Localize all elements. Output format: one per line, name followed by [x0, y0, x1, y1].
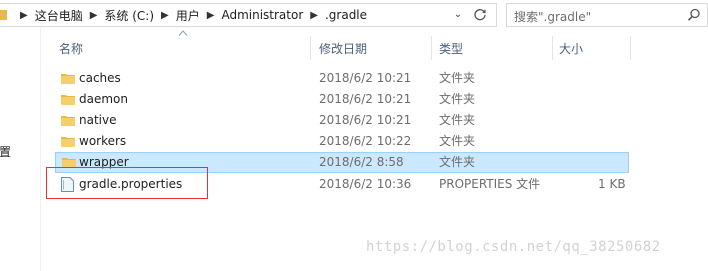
file-name: caches: [79, 71, 121, 85]
column-header-name-label: 名称: [59, 41, 84, 56]
file-row-daemon[interactable]: daemon 2018/6/2 10:21 文件夹: [55, 89, 629, 110]
chevron-right-icon[interactable]: ▶: [207, 10, 215, 21]
file-type: 文件夹: [439, 155, 476, 169]
column-header-size-label: 大小: [559, 41, 584, 56]
column-header-date-label: 修改日期: [319, 41, 368, 56]
folder-icon: [61, 95, 75, 105]
chevron-right-icon[interactable]: ▶: [310, 10, 318, 21]
file-name: workers: [79, 134, 127, 148]
address-bar[interactable]: ▶ 这台电脑 ▶ 系统 (C:) ▶ 用户 ▶ Administrator ▶ …: [0, 3, 497, 27]
breadcrumb-gradle[interactable]: .gradle: [325, 8, 367, 22]
file-date: 2018/6/2 8:58: [319, 155, 404, 169]
navigation-pane: 设置: [0, 27, 41, 271]
watermark: https://blog.csdn.net/qq_38250682: [366, 239, 661, 255]
chevron-right-icon[interactable]: ▶: [161, 10, 169, 21]
breadcrumb: ▶ 这台电脑 ▶ 系统 (C:) ▶ 用户 ▶ Administrator ▶ …: [0, 4, 367, 26]
file-type: 文件夹: [439, 113, 476, 127]
search-input[interactable]: 搜索".gradle": [506, 3, 708, 27]
folder-icon: [61, 116, 75, 126]
folder-icon: [61, 137, 75, 147]
column-header-type-label: 类型: [439, 41, 464, 56]
chevron-down-icon[interactable]: ⌄: [451, 7, 465, 23]
breadcrumb-this-pc[interactable]: 这台电脑: [35, 7, 83, 24]
file-size: 1 KB: [598, 177, 626, 191]
file-date: 2018/6/2 10:22: [319, 134, 412, 148]
column-header-size[interactable]: 大小: [553, 36, 631, 60]
refresh-icon[interactable]: [472, 6, 488, 22]
file-date: 2018/6/2 10:21: [319, 113, 412, 127]
file-name: daemon: [79, 92, 128, 106]
search-icon[interactable]: [687, 8, 701, 22]
breadcrumb-administrator[interactable]: Administrator: [221, 8, 303, 22]
folder-icon: [61, 74, 75, 84]
file-name: native: [79, 113, 117, 127]
chevron-right-icon[interactable]: ▶: [90, 10, 98, 21]
file-type: 文件夹: [439, 71, 476, 85]
file-row-workers[interactable]: workers 2018/6/2 10:22 文件夹: [55, 131, 629, 152]
file-row-native[interactable]: native 2018/6/2 10:21 文件夹: [55, 110, 629, 131]
file-type: 文件夹: [439, 134, 476, 148]
file-date: 2018/6/2 10:21: [319, 92, 412, 106]
file-row-caches[interactable]: caches 2018/6/2 10:21 文件夹: [55, 68, 629, 89]
column-header-type[interactable]: 类型: [432, 36, 553, 60]
search-placeholder: 搜索".gradle": [514, 10, 592, 24]
column-header-date[interactable]: 修改日期: [311, 36, 432, 60]
nav-item-settings[interactable]: 设置: [0, 143, 11, 160]
column-header-name[interactable]: 名称: [55, 36, 311, 60]
highlight-annotation: [46, 167, 208, 199]
file-type: PROPERTIES 文件: [439, 177, 541, 191]
folder-icon: [0, 10, 7, 20]
chevron-right-icon[interactable]: ▶: [20, 10, 28, 21]
file-date: 2018/6/2 10:21: [319, 71, 412, 85]
breadcrumb-system-drive[interactable]: 系统 (C:): [104, 7, 154, 24]
file-date: 2018/6/2 10:36: [319, 177, 412, 191]
file-type: 文件夹: [439, 92, 476, 106]
breadcrumb-users[interactable]: 用户: [176, 7, 200, 24]
